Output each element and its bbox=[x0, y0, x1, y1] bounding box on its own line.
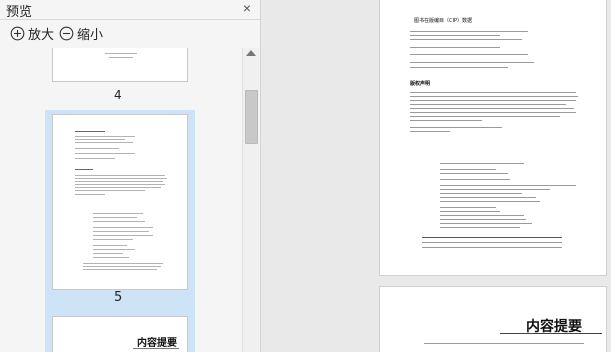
panel-title: 预览 bbox=[6, 5, 33, 20]
scroll-up-arrow-icon[interactable] bbox=[246, 50, 256, 56]
thumbnail-page-5[interactable] bbox=[52, 114, 188, 290]
zoom-out-icon bbox=[59, 26, 74, 40]
document-page-5: 图书在版编目（CIP）数据 版权声明 bbox=[379, 0, 607, 276]
thumbnail-page-number: 5 bbox=[114, 290, 123, 305]
thumbnail-page-number: 4 bbox=[114, 88, 122, 102]
section-title: 版权声明 bbox=[410, 81, 431, 87]
zoom-out-label: 缩小 bbox=[77, 27, 104, 43]
thumbnail-page-6[interactable]: 内容提要 bbox=[52, 316, 188, 352]
zoom-in-button[interactable]: 放大 bbox=[10, 24, 55, 43]
thumbnail-page-4[interactable] bbox=[52, 48, 188, 82]
document-page-6: 内容提要 bbox=[379, 286, 607, 352]
thumbnail-heading: 内容提要 bbox=[137, 338, 177, 349]
document-view[interactable]: 图书在版编目（CIP）数据 版权声明 内容提要 bbox=[261, 0, 611, 352]
preview-header: 预览 × bbox=[0, 0, 260, 20]
zoom-out-button[interactable]: 缩小 bbox=[59, 24, 104, 43]
zoom-in-label: 放大 bbox=[28, 27, 55, 43]
zoom-toolbar: 放大 缩小 bbox=[0, 20, 260, 46]
cip-title: 图书在版编目（CIP）数据 bbox=[414, 18, 472, 24]
thumbnail-list: 4 5 内容提要 bbox=[0, 48, 242, 352]
preview-panel: 预览 × 放大 缩小 4 5 内容提要 bbox=[0, 0, 261, 352]
zoom-in-icon bbox=[10, 26, 25, 40]
thumbnail-scrollbar[interactable] bbox=[242, 48, 259, 352]
close-icon[interactable]: × bbox=[243, 0, 251, 16]
scrollbar-thumb[interactable] bbox=[245, 90, 258, 144]
